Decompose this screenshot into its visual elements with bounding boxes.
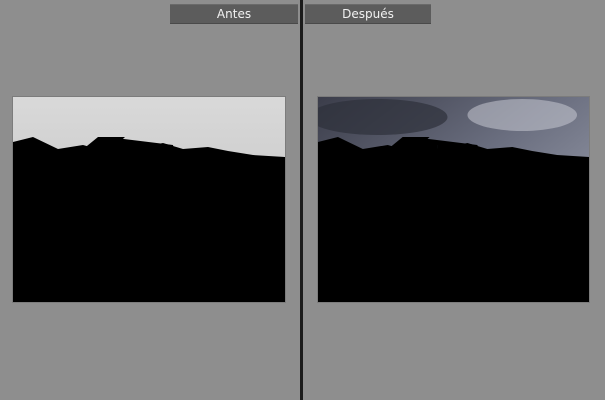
before-photo[interactable]: .b .hills { fill: #5f6c52; } .b .forest-… [13, 97, 285, 302]
after-panel[interactable]: Después .a .hills { fill: #3d5234; } .a … [303, 0, 605, 400]
after-photo[interactable]: .a .hills { fill: #3d5234; } .a .forest-… [318, 97, 589, 302]
church-photo-icon: .b .hills { fill: #5f6c52; } .b .forest-… [13, 97, 285, 302]
after-label: Después [305, 4, 431, 24]
before-after-compare-view: Antes .b .hills { fill: #5f6c52; } .b .f… [0, 0, 605, 400]
before-label: Antes [170, 4, 298, 24]
church-photo-icon: .a .hills { fill: #3d5234; } .a .forest-… [318, 97, 589, 302]
before-panel[interactable]: Antes .b .hills { fill: #5f6c52; } .b .f… [0, 0, 300, 400]
